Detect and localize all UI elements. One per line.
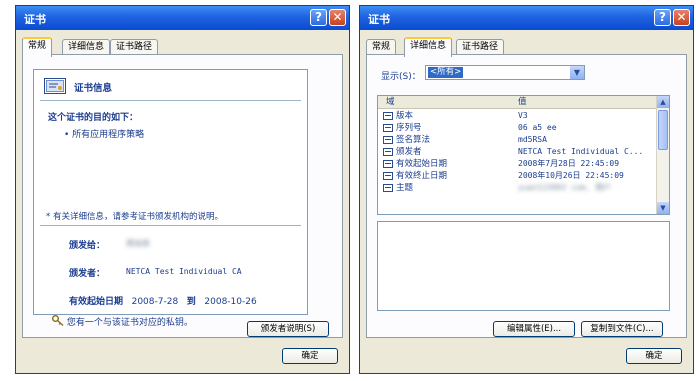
show-filter-value: <所有> bbox=[428, 67, 464, 78]
close-button[interactable]: ✕ bbox=[329, 9, 346, 26]
chevron-down-icon[interactable]: ▼ bbox=[570, 66, 584, 79]
tab-general[interactable]: 常规 bbox=[22, 37, 53, 57]
scroll-down-icon[interactable]: ▼ bbox=[657, 202, 669, 214]
show-filter-select[interactable]: <所有> ▼ bbox=[425, 65, 585, 80]
show-label: 显示(S)： bbox=[381, 72, 421, 82]
field-value: V3 bbox=[518, 111, 528, 120]
field-icon bbox=[383, 172, 393, 180]
close-button[interactable]: ✕ bbox=[673, 9, 690, 26]
list-header: 域 值 bbox=[378, 96, 658, 109]
private-key-row: 您有一个与该证书对应的私钥。 bbox=[52, 315, 193, 328]
field-name: 签名算法 bbox=[396, 135, 431, 145]
field-value: 2008年10月26日 22:45:09 bbox=[518, 171, 624, 180]
validity-from: 2008-7-28 bbox=[131, 297, 179, 307]
certificate-icon bbox=[44, 78, 66, 94]
tab-details[interactable]: 详细信息 bbox=[404, 37, 453, 57]
list-item[interactable]: 主题 yuan123903 com, 用户 bbox=[378, 182, 658, 194]
certificate-dialog-general: 证书 ? ✕ 常规 详细信息 证书路径 证书信息 这个证书的目的如下： • 所有… bbox=[15, 5, 350, 374]
field-value: 2008年7月28日 22:45:09 bbox=[518, 159, 620, 168]
copy-to-file-button[interactable]: 复制到文件(C)... bbox=[581, 321, 663, 337]
certificate-info-title: 证书信息 bbox=[74, 83, 113, 94]
edit-properties-button[interactable]: 编辑属性(E)... bbox=[493, 321, 575, 337]
scroll-thumb[interactable] bbox=[658, 110, 668, 150]
field-name: 颁发者 bbox=[396, 147, 422, 157]
field-icon bbox=[383, 136, 393, 144]
field-icon bbox=[383, 112, 393, 120]
tab-general[interactable]: 常规 bbox=[366, 39, 397, 55]
list-item[interactable]: 颁发者 NETCA Test Individual C... bbox=[378, 146, 658, 158]
validity-to-label: 到 bbox=[186, 297, 196, 307]
more-info-note: * 有关详细信息，请参考证书颁发机构的说明。 bbox=[46, 212, 223, 222]
window-title: 证书 bbox=[368, 13, 390, 26]
column-header-field[interactable]: 域 bbox=[386, 96, 395, 108]
list-item[interactable]: 版本 V3 bbox=[378, 110, 658, 122]
list-item[interactable]: 序列号 06 a5 ee bbox=[378, 122, 658, 134]
column-header-value[interactable]: 值 bbox=[518, 96, 527, 108]
field-icon bbox=[383, 124, 393, 132]
ok-button[interactable]: 确定 bbox=[282, 348, 338, 364]
field-icon bbox=[383, 184, 393, 192]
private-key-note: 您有一个与该证书对应的私钥。 bbox=[66, 318, 193, 328]
field-icon bbox=[383, 148, 393, 156]
divider bbox=[40, 225, 301, 226]
tab-details[interactable]: 详细信息 bbox=[62, 39, 111, 55]
field-value: md5RSA bbox=[518, 135, 547, 144]
scroll-up-icon[interactable]: ▲ bbox=[657, 96, 669, 108]
field-value: yuan123903 com, 用户 bbox=[518, 183, 612, 192]
field-value: NETCA Test Individual C... bbox=[518, 147, 644, 156]
certificate-info-box: 证书信息 这个证书的目的如下： • 所有应用程序策略 * 有关详细信息，请参考证… bbox=[33, 69, 308, 328]
field-name: 序列号 bbox=[396, 123, 422, 133]
tab-panel-details: 显示(S)： <所有> ▼ 域 值 版本 V3 序列号 06 a5 ee 签名算… bbox=[366, 54, 687, 338]
vertical-scrollbar[interactable]: ▲ ▼ bbox=[656, 96, 669, 214]
validity-to: 2008-10-26 bbox=[204, 297, 257, 307]
field-value: 06 a5 ee bbox=[518, 123, 557, 132]
field-name: 有效起始日期 bbox=[396, 159, 448, 169]
issued-to-value: 用加库 bbox=[126, 239, 150, 248]
field-name: 有效终止日期 bbox=[396, 171, 448, 181]
divider bbox=[40, 100, 301, 101]
title-bar[interactable]: 证书 ? ✕ bbox=[360, 6, 693, 30]
tab-certification-path[interactable]: 证书路径 bbox=[110, 39, 159, 55]
issued-to-label: 颁发给： bbox=[69, 241, 106, 251]
window-title: 证书 bbox=[24, 13, 46, 26]
ok-button[interactable]: 确定 bbox=[626, 348, 682, 364]
key-icon bbox=[52, 315, 64, 327]
issuer-statement-button[interactable]: 颁发者说明(S) bbox=[247, 321, 329, 337]
field-icon bbox=[383, 160, 393, 168]
field-detail-box[interactable] bbox=[377, 221, 670, 311]
issued-by-value: NETCA Test Individual CA bbox=[126, 267, 242, 276]
title-bar[interactable]: 证书 ? ✕ bbox=[16, 6, 349, 30]
validity-label: 有效起始日期 bbox=[69, 297, 124, 307]
help-button[interactable]: ? bbox=[310, 9, 327, 26]
list-item[interactable]: 签名算法 md5RSA bbox=[378, 134, 658, 146]
field-list[interactable]: 域 值 版本 V3 序列号 06 a5 ee 签名算法 md5RSA 颁发者 N… bbox=[377, 95, 670, 215]
tab-panel-general: 证书信息 这个证书的目的如下： • 所有应用程序策略 * 有关详细信息，请参考证… bbox=[22, 54, 343, 338]
validity-row: 有效起始日期 2008-7-28 到 2008-10-26 bbox=[69, 294, 257, 307]
tab-certification-path[interactable]: 证书路径 bbox=[456, 39, 505, 55]
help-button[interactable]: ? bbox=[654, 9, 671, 26]
purpose-heading: 这个证书的目的如下： bbox=[48, 113, 139, 123]
field-name: 版本 bbox=[396, 111, 414, 121]
field-name: 主题 bbox=[396, 183, 414, 193]
purpose-item: • 所有应用程序策略 bbox=[64, 130, 145, 140]
issued-by-label: 颁发者： bbox=[69, 269, 106, 279]
list-item[interactable]: 有效终止日期 2008年10月26日 22:45:09 bbox=[378, 170, 658, 182]
certificate-dialog-details: 证书 ? ✕ 常规 详细信息 证书路径 显示(S)： <所有> ▼ 域 值 版本… bbox=[359, 5, 694, 374]
list-item[interactable]: 有效起始日期 2008年7月28日 22:45:09 bbox=[378, 158, 658, 170]
